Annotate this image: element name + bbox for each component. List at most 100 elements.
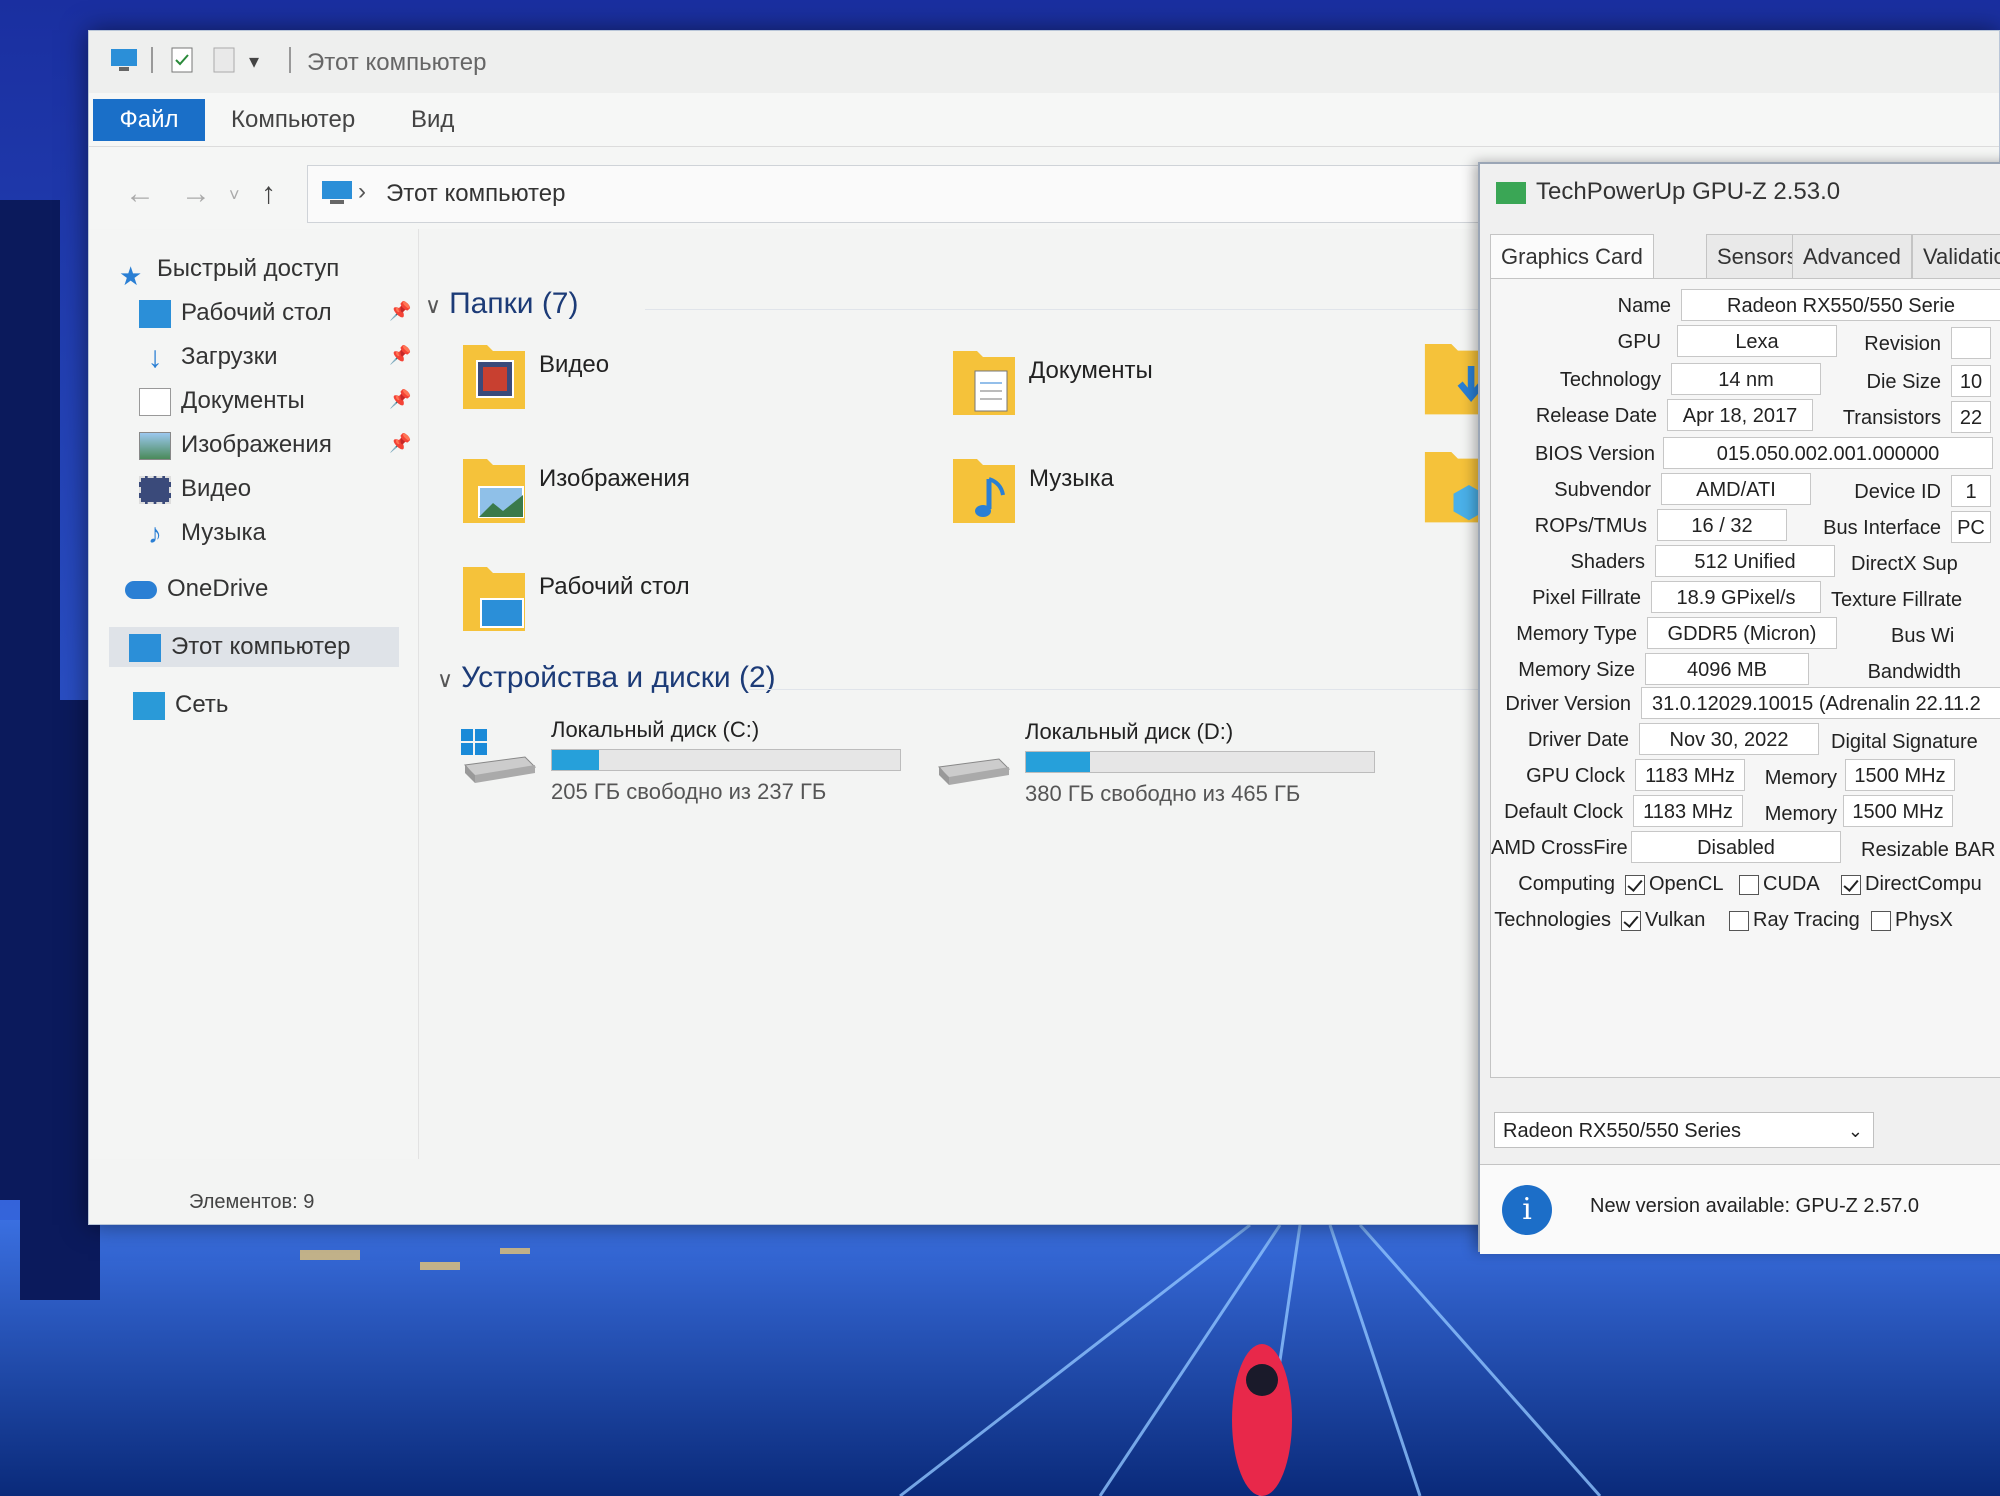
recent-locations-icon[interactable]: ˅ [229,185,240,206]
drive-d[interactable]: Локальный диск (D:) 380 ГБ свободно из 4… [933,719,1375,809]
value-shaders[interactable]: 512 Unified [1655,545,1835,577]
value-default-clock[interactable]: 1183 MHz [1633,795,1743,827]
up-arrow-icon[interactable]: ↑ [261,177,276,211]
tab-graphics-card[interactable]: Graphics Card [1490,234,1654,278]
nav-item-pictures[interactable]: Изображения [139,425,332,465]
breadcrumb-chevron-icon: › [358,178,366,205]
value-crossfire[interactable]: Disabled [1631,831,1841,863]
devices-group-header[interactable]: ∨ Устройства и диски (2) [437,661,776,695]
nav-label: Этот компьютер [171,633,351,660]
folder-desktop[interactable]: Рабочий стол [459,557,759,647]
gpuz-title-text: TechPowerUp GPU-Z 2.53.0 [1536,178,1841,205]
ribbon: Файл Компьютер Вид [89,93,1999,147]
folder-music[interactable]: Музыка [949,449,1249,539]
label-memory-clock: Memory [1764,767,1837,789]
nav-label: Музыка [181,519,266,546]
label-resizable-bar: Resizable BAR [1861,839,1996,861]
checkbox-cuda[interactable]: CUDA [1739,873,1820,896]
cloud-icon [125,580,157,599]
value-driver-version[interactable]: 31.0.12029.10015 (Adrenalin 22.11.2 [1641,687,2000,719]
pin-icon[interactable]: 📌 [389,301,411,322]
music-note-icon: ♪ [148,517,162,549]
title-bar: ▾ Этот компьютер [89,31,1999,93]
folder-name: Изображения [539,465,690,492]
value-gpu-clock[interactable]: 1183 MHz [1635,759,1745,791]
tab-computer[interactable]: Компьютер [231,99,355,141]
value-release-date[interactable]: Apr 18, 2017 [1667,399,1813,431]
value-rops-tmus[interactable]: 16 / 32 [1657,509,1787,541]
separator [289,47,291,73]
nav-onedrive[interactable]: OneDrive [125,569,268,609]
navigation-pane: ★ Быстрый доступ Рабочий стол 📌 ↓ Загрузки… [89,229,419,1159]
update-notification[interactable]: i New version available: GPU-Z 2.57.0 [1480,1164,2000,1254]
nav-quick-access[interactable]: ★ Быстрый доступ [119,249,340,291]
tab-advanced[interactable]: Advanced [1792,234,1912,278]
value-revision[interactable] [1951,327,1991,359]
label-bus-interface: Bus Interface [1823,517,1941,539]
label-name: Name [1617,295,1671,317]
nav-label: Быстрый доступ [157,255,340,282]
drive-name: Локальный диск (D:) [1025,719,1234,744]
back-arrow-icon[interactable]: ← [125,177,155,211]
value-memory-clock[interactable]: 1500 MHz [1845,759,1955,791]
value-memory-size[interactable]: 4096 MB [1645,653,1809,685]
gpu-select-dropdown[interactable]: Radeon RX550/550 Series ⌄ [1494,1112,1874,1148]
nav-item-music[interactable]: ♪ Музыка [139,513,266,553]
value-driver-date[interactable]: Nov 30, 2022 [1639,723,1819,755]
gpuz-window: TechPowerUp GPU-Z 2.53.0 Graphics Card S… [1478,162,2000,1254]
forward-arrow-icon[interactable]: → [181,177,211,211]
folder-pictures[interactable]: Изображения [459,449,759,539]
nav-item-videos[interactable]: Видео [139,469,251,509]
folder-videos[interactable]: Видео [459,335,759,425]
nav-this-pc[interactable]: Этот компьютер [109,627,399,667]
value-pixel-fillrate[interactable]: 18.9 GPixel/s [1651,581,1821,613]
system-drive-icon [461,729,537,783]
nav-item-desktop[interactable]: Рабочий стол [139,293,332,333]
value-default-memory[interactable]: 1500 MHz [1843,795,1953,827]
value-memory-type[interactable]: GDDR5 (Micron) [1647,617,1837,649]
value-bios-version[interactable]: 015.050.002.001.000000 [1663,437,1993,469]
value-name[interactable]: Radeon RX550/550 Serie [1681,289,2000,321]
checkbox-label: OpenCL [1649,873,1724,895]
folders-group-header[interactable]: ∨ Папки (7) [425,287,578,321]
label-bus-width: Bus Wi [1891,625,1955,647]
checkbox-physx[interactable]: PhysX [1871,909,1953,932]
tab-validation[interactable]: Validatio [1912,234,2000,278]
pin-icon[interactable]: 📌 [389,389,411,410]
label-bios-version: BIOS Version [1534,443,1655,465]
pin-icon[interactable]: 📌 [389,433,411,454]
collapse-chevron-icon[interactable]: ∨ [437,667,453,692]
properties-icon[interactable] [167,45,197,75]
pin-icon[interactable]: 📌 [389,345,411,366]
chevron-down-icon: ⌄ [1847,1121,1863,1141]
value-bus-interface[interactable]: PC [1951,511,1991,543]
new-folder-icon[interactable] [209,45,239,75]
value-device-id[interactable]: 1 [1951,475,1991,507]
value-die-size[interactable]: 10 [1951,365,1991,397]
checkbox-checked-icon [1841,874,1861,895]
value-subvendor[interactable]: AMD/ATI [1661,473,1811,505]
checkbox-checked-icon [1621,910,1641,931]
address-bar[interactable]: › Этот компьютер ⌄ [307,165,1527,223]
drive-usage-fill [552,750,599,770]
tab-view[interactable]: Вид [411,99,454,141]
value-transistors[interactable]: 22 [1951,401,1991,433]
customize-quick-access-icon[interactable]: ▾ [249,49,279,79]
folder-documents[interactable]: Документы [949,341,1249,431]
group-divider [645,309,1525,310]
collapse-chevron-icon[interactable]: ∨ [425,293,441,318]
nav-network[interactable]: Сеть [133,685,228,725]
checkbox-directcompute[interactable]: DirectCompu [1841,873,1982,896]
checkbox-opencl[interactable]: OpenCL [1625,873,1724,896]
nav-item-documents[interactable]: Документы [139,381,305,421]
document-icon [139,387,171,416]
checkbox-vulkan[interactable]: Vulkan [1621,909,1705,932]
value-gpu[interactable]: Lexa [1677,325,1837,357]
drive-c[interactable]: Локальный диск (C:) 205 ГБ свободно из 2… [459,717,901,807]
checkbox-ray-tracing[interactable]: Ray Tracing [1729,909,1860,932]
value-technology[interactable]: 14 nm [1671,363,1821,395]
info-icon: i [1502,1185,1552,1235]
label-gpu-clock: GPU Clock [1526,765,1625,787]
nav-item-downloads[interactable]: ↓ Загрузки [139,337,278,377]
tab-file[interactable]: Файл [93,99,205,141]
